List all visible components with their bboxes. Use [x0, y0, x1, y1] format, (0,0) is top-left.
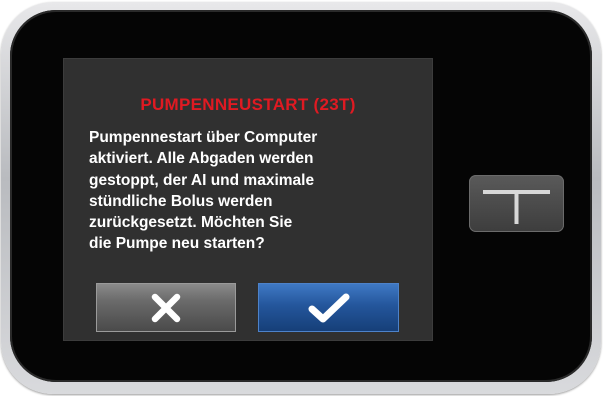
close-x-icon	[151, 293, 181, 322]
t-logo-icon	[483, 190, 550, 224]
pump-screen: PUMPENNEUSTART (23T) Pumpennestart über …	[63, 58, 433, 341]
dialog-title: PUMPENNEUSTART (23T)	[140, 95, 356, 114]
checkmark-icon	[308, 293, 349, 322]
confirm-button[interactable]	[258, 283, 399, 332]
side-t-button[interactable]	[469, 175, 564, 232]
cancel-button[interactable]	[96, 283, 236, 332]
dialog-message: Pumpennestart über Computer aktiviert. A…	[89, 129, 318, 253]
